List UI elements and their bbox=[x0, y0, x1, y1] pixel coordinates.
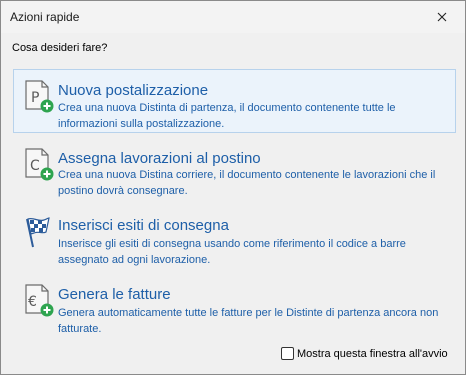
checkbox-label: Mostra questa finestra all'avvio bbox=[297, 347, 448, 360]
action-inserisci-esiti[interactable]: Inserisci esiti di consegna Inserisce gl… bbox=[13, 210, 456, 272]
action-title: Assegna lavorazioni al postino bbox=[58, 150, 261, 167]
svg-text:C: C bbox=[30, 158, 40, 174]
svg-text:P: P bbox=[31, 90, 39, 106]
action-title: Genera le fatture bbox=[58, 286, 171, 303]
close-icon bbox=[437, 12, 447, 22]
euro-document-add-icon: € bbox=[25, 284, 54, 317]
checkbox-box[interactable] bbox=[281, 347, 294, 360]
action-description: Crea una nuova Distinta di partenza, il … bbox=[58, 102, 396, 130]
prompt-label: Cosa desideri fare? bbox=[12, 42, 108, 54]
action-title: Inserisci esiti di consegna bbox=[58, 217, 229, 234]
action-title: Nuova postalizzazione bbox=[58, 82, 209, 99]
svg-text:€: € bbox=[28, 294, 37, 310]
action-description: Genera automaticamente tutte le fatture … bbox=[58, 307, 439, 335]
action-assegna-lavorazioni[interactable]: C Assegna lavorazioni al postino Crea un… bbox=[13, 141, 456, 205]
action-genera-fatture[interactable]: € Genera le fatture Genera automaticamen… bbox=[13, 279, 456, 341]
close-button[interactable] bbox=[419, 1, 465, 33]
action-description: Inserisce gli esiti di consegna usando c… bbox=[58, 238, 406, 266]
window-title: Azioni rapide bbox=[10, 10, 80, 24]
show-at-startup-checkbox[interactable]: Mostra questa finestra all'avvio bbox=[281, 347, 448, 360]
document-p-add-icon: P bbox=[25, 80, 54, 113]
document-c-add-icon: C bbox=[25, 148, 54, 181]
checkered-flag-icon bbox=[26, 217, 50, 248]
title-bar: Azioni rapide bbox=[1, 1, 465, 33]
quick-actions-dialog: Azioni rapide Cosa desideri fare? P Nuov… bbox=[0, 0, 466, 375]
action-description: Crea una nuova Distina corriere, il docu… bbox=[58, 169, 436, 197]
action-nuova-postalizzazione[interactable]: P Nuova postalizzazione Crea una nuova D… bbox=[13, 69, 456, 133]
